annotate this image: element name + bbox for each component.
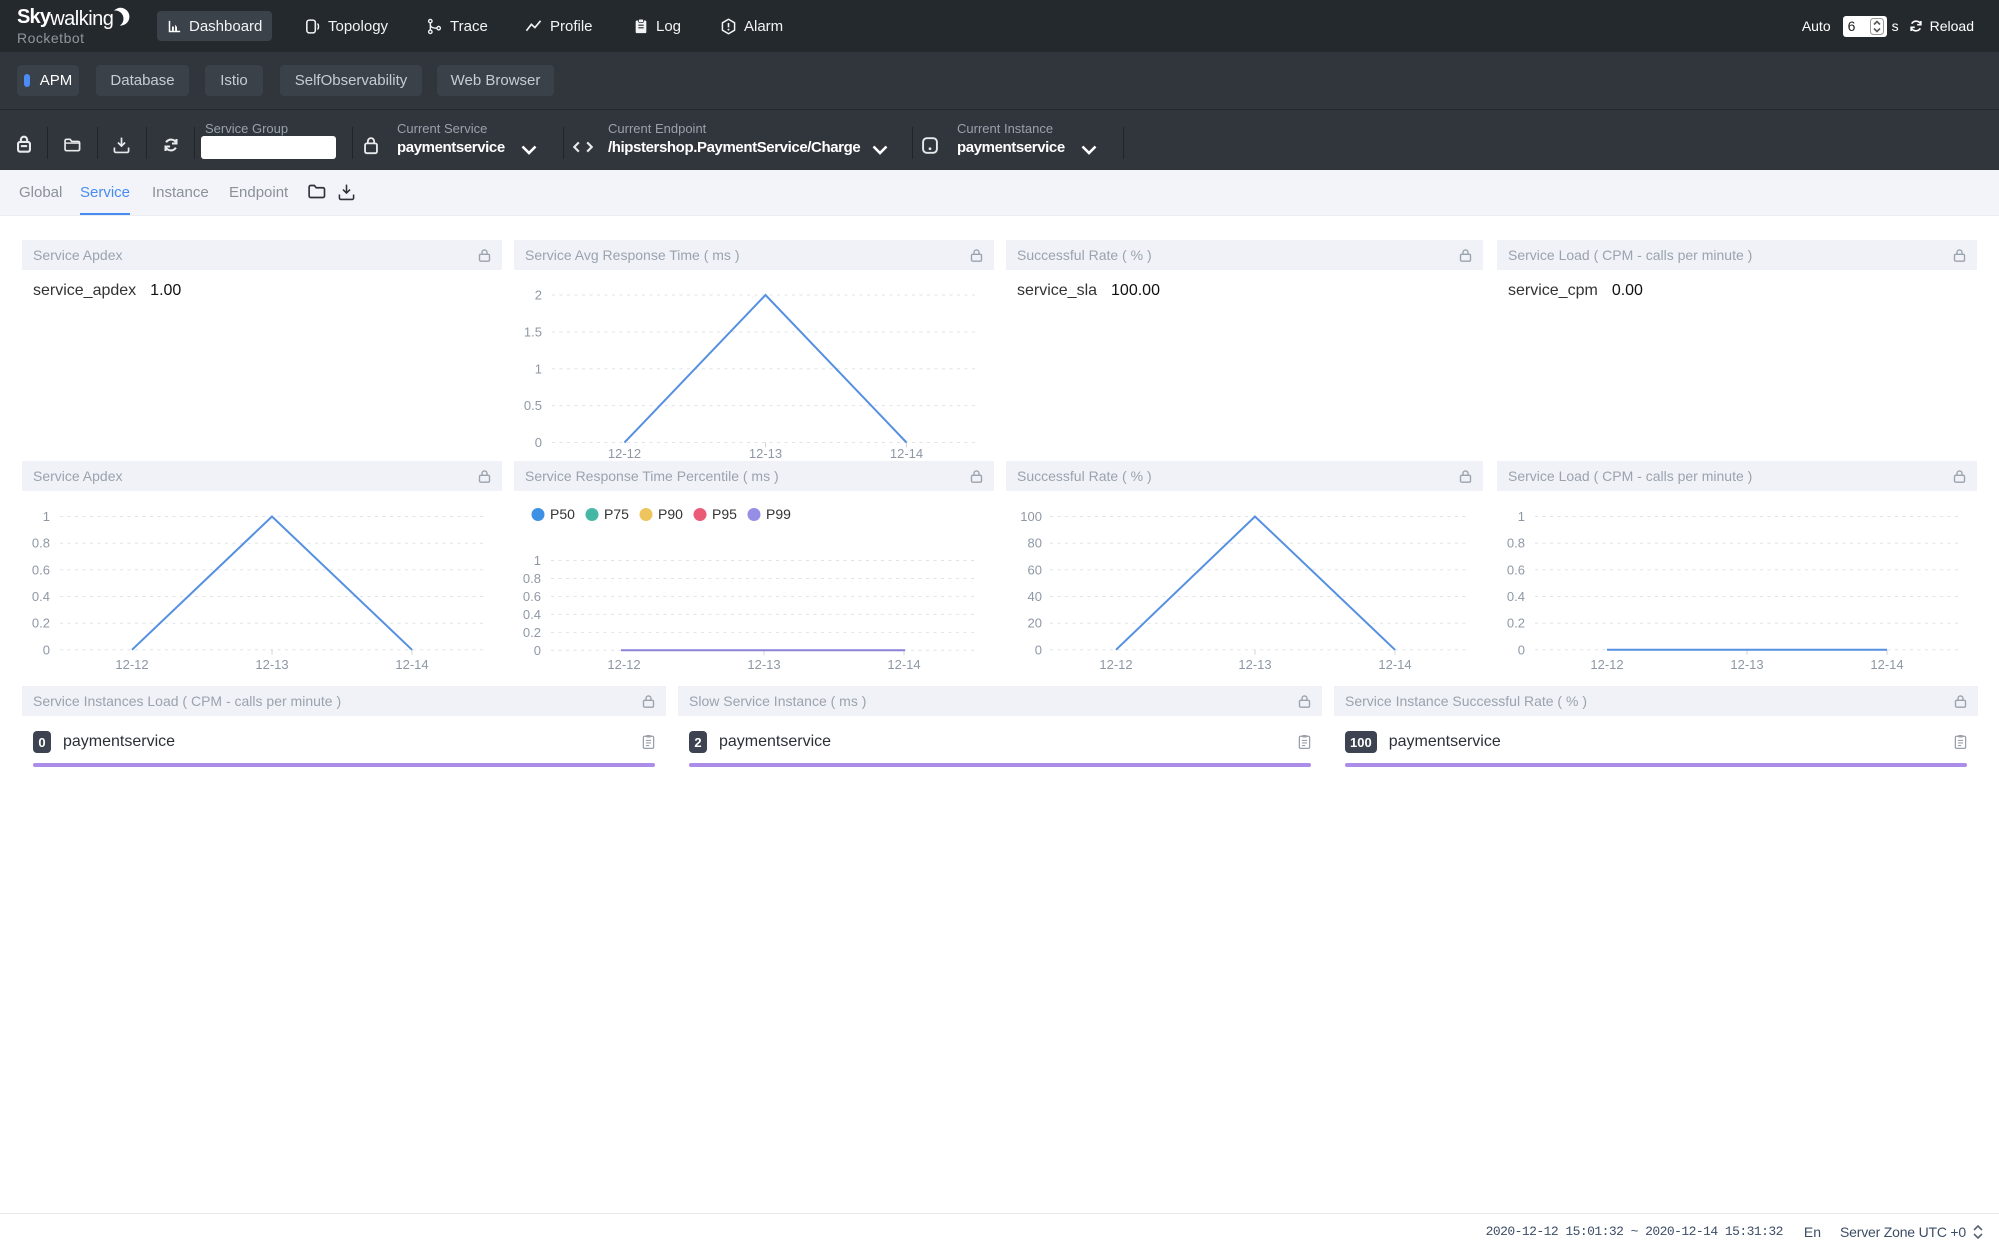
svg-text:12-13: 12-13 <box>749 446 782 459</box>
svg-text:12-12: 12-12 <box>607 657 640 672</box>
svg-text:0.8: 0.8 <box>523 571 541 586</box>
svg-text:0.5: 0.5 <box>524 398 542 413</box>
svg-text:P75: P75 <box>604 506 629 522</box>
svg-text:12-14: 12-14 <box>1378 657 1411 672</box>
svg-text:12-14: 12-14 <box>887 657 920 672</box>
svg-text:12-12: 12-12 <box>1590 657 1623 672</box>
svg-text:80: 80 <box>1028 536 1042 551</box>
svg-text:0.6: 0.6 <box>1507 562 1525 577</box>
svg-text:0.6: 0.6 <box>523 589 541 604</box>
svg-text:12-13: 12-13 <box>747 657 780 672</box>
svg-text:0.4: 0.4 <box>1507 589 1525 604</box>
svg-text:0.2: 0.2 <box>1507 616 1525 631</box>
svg-text:60: 60 <box>1028 562 1042 577</box>
svg-text:12-14: 12-14 <box>890 446 923 459</box>
svg-text:12-13: 12-13 <box>1238 657 1271 672</box>
svg-text:12-14: 12-14 <box>395 657 428 672</box>
svg-text:12-14: 12-14 <box>1870 657 1903 672</box>
svg-text:20: 20 <box>1028 616 1042 631</box>
svg-text:1.5: 1.5 <box>524 324 542 339</box>
svg-text:0.6: 0.6 <box>32 562 50 577</box>
svg-text:0.4: 0.4 <box>32 589 50 604</box>
svg-text:1: 1 <box>43 509 50 524</box>
svg-text:40: 40 <box>1028 589 1042 604</box>
svg-text:0.2: 0.2 <box>32 616 50 631</box>
svg-text:0: 0 <box>1518 642 1525 657</box>
svg-text:0.4: 0.4 <box>523 607 541 622</box>
svg-text:1: 1 <box>535 361 542 376</box>
svg-text:12-13: 12-13 <box>1730 657 1763 672</box>
svg-text:P99: P99 <box>766 506 791 522</box>
svg-text:0: 0 <box>1035 642 1042 657</box>
svg-text:12-12: 12-12 <box>115 657 148 672</box>
svg-text:0: 0 <box>534 643 541 658</box>
svg-text:0.2: 0.2 <box>523 625 541 640</box>
svg-text:100: 100 <box>1020 509 1042 524</box>
svg-text:12-12: 12-12 <box>608 446 641 459</box>
svg-text:2: 2 <box>535 288 542 303</box>
svg-text:P90: P90 <box>658 506 683 522</box>
svg-text:1: 1 <box>534 553 541 568</box>
svg-text:P50: P50 <box>550 506 575 522</box>
svg-text:12-13: 12-13 <box>255 657 288 672</box>
svg-text:1: 1 <box>1518 509 1525 524</box>
svg-text:0: 0 <box>43 642 50 657</box>
svg-text:12-12: 12-12 <box>1099 657 1132 672</box>
svg-text:0: 0 <box>535 435 542 450</box>
svg-text:0.8: 0.8 <box>1507 536 1525 551</box>
svg-text:P95: P95 <box>712 506 737 522</box>
svg-text:0.8: 0.8 <box>32 536 50 551</box>
